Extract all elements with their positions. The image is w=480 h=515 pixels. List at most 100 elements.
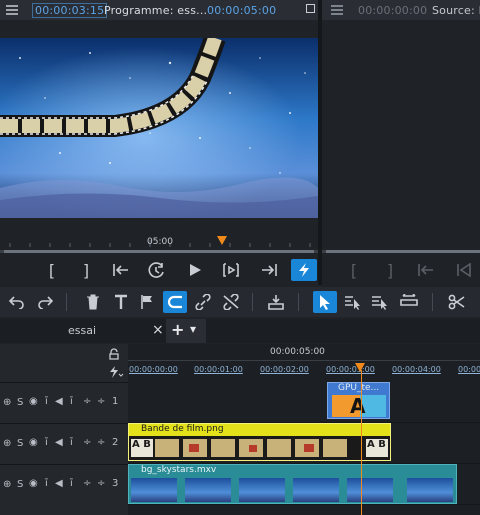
clip-glyph-left: A B [132,439,151,450]
track-header-1: ⊕ S ◉ ī ◀ ī ÷ ÷ 1 [0,382,128,423]
clip-name: bg_skystars.mxv [141,465,217,475]
monitor-divider[interactable] [318,0,322,285]
ripple-tool-button[interactable] [341,291,365,313]
insert-button[interactable] [264,291,288,313]
tab-dropdown-icon[interactable]: ▾ [190,322,196,336]
timeline-ruler[interactable]: 00:00:05:00 00:00:00:00 00:00:01:00 00:0… [128,344,480,382]
image-clip[interactable]: Bande de film.png A B A B [128,423,391,461]
info-icon[interactable]: ī [45,478,48,489]
track-expand-icon[interactable]: ÷ [83,478,91,489]
undo-button[interactable] [6,291,28,313]
magnet-snap-button[interactable] [163,291,187,313]
video-clip[interactable]: bg_skystars.mxv [128,464,457,504]
info-icon[interactable]: ī [45,396,48,407]
preview-image [0,38,318,218]
source-mark-in-button[interactable]: [ [344,259,364,281]
stretch-tool-button[interactable] [397,291,421,313]
ripple-tool-icon [345,296,360,310]
roll-tool-button[interactable] [368,291,392,313]
title-button[interactable] [110,291,132,313]
track-number: 3 [112,478,119,489]
lane-divider [128,504,480,505]
link-button[interactable] [192,291,214,313]
loop-button[interactable] [144,259,170,281]
flag-icon [141,295,152,309]
toolbar-divider [298,293,299,311]
sequence-tab-bar: essai × + ▾ [0,319,480,343]
go-to-in-icon [113,264,128,276]
eye-icon[interactable]: ◉ [29,478,38,489]
track-height-icon[interactable]: ī [70,478,73,489]
unlink-button[interactable] [220,291,242,313]
razor-tool-button[interactable] [445,291,469,313]
undo-icon [9,296,24,309]
info-icon[interactable]: ī [45,437,48,448]
source-step-back-button[interactable] [452,259,476,281]
title-clip[interactable]: GPU_te... A [327,382,390,419]
mark-out-button[interactable]: ] [74,259,98,281]
program-monitor-header: 00:00:03:15 Programme: ess... 00:00:05:0… [0,0,318,20]
source-timecode[interactable]: 00:00:00:00 [358,4,427,17]
program-timecode-current[interactable]: 00:00:03:15 [32,3,108,18]
redo-button[interactable] [34,291,56,313]
source-mark-out-button[interactable]: ] [380,259,400,281]
track-solo-button[interactable]: S [17,397,23,408]
ruler-tick-label: 00:00:00:00 [129,365,178,374]
trash-icon [87,294,99,310]
ruler-line [128,360,480,361]
track-solo-button[interactable]: S [17,438,23,449]
track-solo-button[interactable]: S [17,479,23,490]
ruler-tick-label: 00:00:04:00 [392,365,441,374]
insert-icon [268,295,284,310]
ruler-label: 05:00 [147,237,173,247]
timeline-playhead-line[interactable] [361,370,362,515]
source-go-to-in-button[interactable] [414,259,438,281]
track-lock-icon[interactable]: ⊕ [3,479,11,490]
marker-button[interactable] [136,291,158,313]
program-scrollbar[interactable] [0,250,318,253]
source-scrollbar[interactable] [322,250,480,253]
close-tab-icon[interactable]: × [152,322,164,338]
ruler-marker-time: 00:00:05:00 [270,347,325,357]
speaker-icon[interactable]: ◀ [55,437,63,448]
ruler-tick-label: 00:00 [458,365,480,374]
speaker-icon[interactable]: ◀ [55,396,63,407]
add-sequence-button[interactable]: + [171,320,184,339]
program-timecode-duration[interactable]: 00:00:05:00 [207,4,276,17]
lightning-dropdown-icon[interactable] [108,366,124,378]
tab-essai[interactable]: essai × [0,319,164,343]
track-expand-icon[interactable]: ÷ [83,396,91,407]
track-collapse-icon[interactable]: ÷ [97,437,105,448]
playhead-marker-icon[interactable] [217,236,227,245]
render-preview-button[interactable] [291,259,317,281]
play-in-out-icon [223,263,239,277]
play-button[interactable] [182,259,208,281]
hamburger-icon[interactable] [6,5,18,15]
toolbar-divider [252,293,253,311]
eye-icon[interactable]: ◉ [29,396,38,407]
mark-in-button[interactable]: [ [40,259,64,281]
toolbar-divider [432,293,433,311]
loop-icon [148,262,164,278]
go-to-in-button[interactable] [108,259,134,281]
track-height-icon[interactable]: ī [70,437,73,448]
play-in-out-button[interactable] [218,259,244,281]
timeline-playhead-icon[interactable] [355,363,365,372]
play-icon [190,264,201,276]
track-expand-icon[interactable]: ÷ [83,437,91,448]
program-video-preview [0,38,318,218]
track-lock-icon[interactable]: ⊕ [3,438,11,449]
maximize-icon[interactable] [306,4,315,13]
track-height-icon[interactable]: ī [70,396,73,407]
title-glyph: A [350,394,366,418]
lock-icon[interactable] [108,348,120,360]
speaker-icon[interactable]: ◀ [55,478,63,489]
track-collapse-icon[interactable]: ÷ [97,396,105,407]
hamburger-icon[interactable] [331,5,343,15]
selection-tool-button[interactable] [313,291,337,313]
track-collapse-icon[interactable]: ÷ [97,478,105,489]
go-to-out-button[interactable] [256,259,282,281]
eye-icon[interactable]: ◉ [29,437,38,448]
track-lock-icon[interactable]: ⊕ [3,397,11,408]
delete-button[interactable] [82,291,104,313]
